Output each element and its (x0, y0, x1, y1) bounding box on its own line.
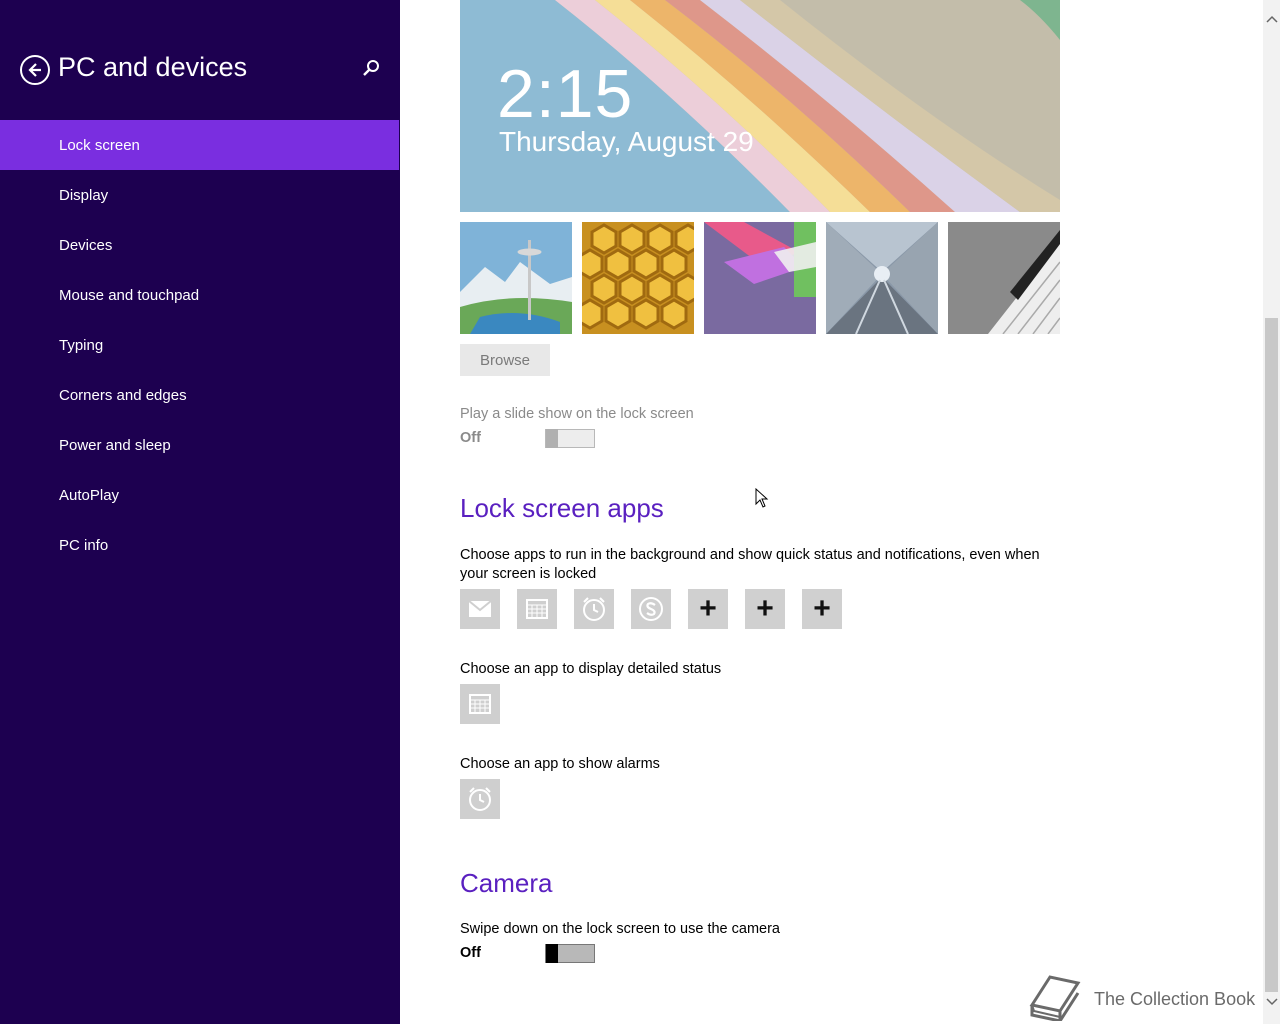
browse-button[interactable]: Browse (460, 344, 550, 376)
skype-icon[interactable] (631, 589, 671, 629)
slideshow-toggle[interactable] (545, 429, 595, 448)
sidebar-item-label: AutoPlay (59, 486, 120, 504)
toggle-knob (546, 429, 558, 448)
lock-screen-time: 2:15 (497, 56, 634, 132)
sidebar-item-lock-screen[interactable]: Lock screen (0, 120, 399, 170)
detailed-status-label: Choose an app to display detailed status (460, 661, 722, 677)
sidebar-item-label: PC info (59, 536, 109, 554)
thumbnail-piano[interactable] (948, 222, 1060, 334)
thumbnail-space-needle[interactable] (460, 222, 572, 334)
thumbnail-geometric[interactable] (704, 222, 816, 334)
sidebar-item-mouse-touchpad[interactable]: Mouse and touchpad (0, 270, 400, 320)
mail-icon[interactable] (460, 589, 500, 629)
calendar-icon[interactable] (517, 589, 557, 629)
lock-screen-apps-description: Choose apps to run in the background and… (460, 547, 1040, 582)
main-content: 2:15 Thursday, August 29 Browse Play a s… (460, 0, 1260, 1024)
camera-heading: Camera (460, 868, 553, 898)
sidebar-item-label: Lock screen (59, 136, 140, 154)
sidebar-item-label: Mouse and touchpad (59, 286, 200, 304)
sidebar-item-pc-info[interactable]: PC info (0, 520, 400, 570)
lock-screen-apps-heading: Lock screen apps (460, 493, 664, 523)
sidebar-item-autoplay[interactable]: AutoPlay (0, 470, 400, 520)
sidebar-item-devices[interactable]: Devices (0, 220, 400, 270)
slideshow-label: Play a slide show on the lock screen (460, 406, 694, 422)
vertical-scrollbar[interactable] (1263, 0, 1280, 1024)
sidebar-item-label: Display (59, 186, 109, 204)
page-title: PC and devices (58, 52, 248, 82)
sidebar-item-label: Devices (59, 236, 113, 254)
add-app-button[interactable]: + (688, 589, 728, 629)
back-arrow-icon[interactable] (20, 55, 50, 85)
camera-state: Off (460, 945, 481, 961)
sidebar-item-display[interactable]: Display (0, 170, 400, 220)
sidebar-item-label: Typing (59, 336, 104, 354)
calendar-icon[interactable] (460, 684, 500, 724)
scroll-up-icon[interactable] (1263, 10, 1280, 27)
add-app-button[interactable]: + (745, 589, 785, 629)
search-icon[interactable] (360, 58, 382, 80)
add-app-button[interactable]: + (802, 589, 842, 629)
slideshow-state: Off (460, 430, 481, 446)
sidebar-nav: Lock screen Display Devices Mouse and to… (0, 120, 400, 570)
toggle-knob (546, 944, 558, 963)
sidebar-item-typing[interactable]: Typing (0, 320, 400, 370)
thumbnail-honeycomb[interactable] (582, 222, 694, 334)
alarm-icon[interactable] (574, 589, 614, 629)
sidebar-item-label: Power and sleep (59, 436, 171, 454)
sidebar-item-power-sleep[interactable]: Power and sleep (0, 420, 400, 470)
book-icon (1029, 975, 1081, 1021)
sidebar: PC and devices Lock screen Display Devic… (0, 0, 400, 1024)
sidebar-item-label: Corners and edges (59, 386, 187, 404)
scrollbar-thumb[interactable] (1265, 318, 1278, 992)
mouse-cursor-icon (755, 488, 769, 508)
thumbnail-tunnel[interactable] (826, 222, 938, 334)
alarm-icon[interactable] (460, 779, 500, 819)
lock-screen-preview: 2:15 Thursday, August 29 (460, 0, 1060, 212)
camera-label: Swipe down on the lock screen to use the… (460, 921, 780, 937)
lock-screen-date: Thursday, August 29 (499, 126, 754, 157)
sidebar-item-corners-edges[interactable]: Corners and edges (0, 370, 400, 420)
watermark-text: The Collection Book (1094, 989, 1256, 1009)
watermark: The Collection Book (1028, 975, 1268, 1023)
camera-toggle[interactable] (545, 944, 595, 963)
alarms-label: Choose an app to show alarms (460, 756, 660, 772)
